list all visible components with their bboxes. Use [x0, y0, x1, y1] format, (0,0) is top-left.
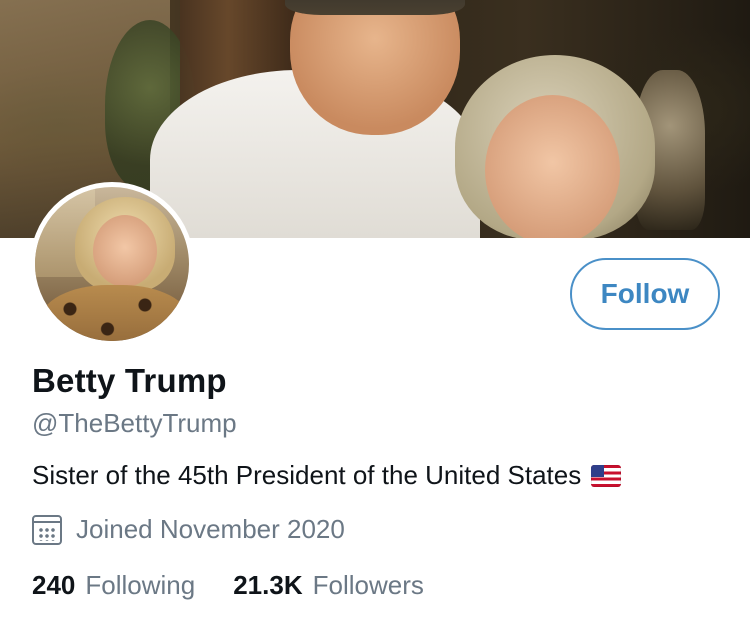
- avatar[interactable]: [30, 182, 194, 346]
- follow-button[interactable]: Follow: [570, 258, 720, 330]
- handle: @TheBettyTrump: [32, 408, 237, 438]
- followers-link[interactable]: 21.3K Followers: [233, 570, 424, 601]
- profile-stats: 240 Following 21.3K Followers: [32, 570, 424, 601]
- following-count: 240: [32, 570, 76, 600]
- banner-woman-face: [485, 95, 620, 238]
- following-label: Following: [85, 570, 196, 600]
- display-name: Betty Trump: [32, 362, 227, 399]
- avatar-body: [40, 285, 189, 341]
- calendar-icon: [32, 514, 62, 545]
- bio-text: Sister of the 45th President of the Unit…: [32, 460, 582, 490]
- followers-count: 21.3K: [233, 570, 303, 600]
- followers-label: Followers: [312, 570, 424, 600]
- us-flag-icon: [591, 464, 622, 487]
- banner-man-hair: [285, 0, 465, 15]
- joined-text: Joined November 2020: [76, 514, 345, 544]
- avatar-face: [93, 215, 157, 287]
- profile-page: Follow Betty Trump @TheBettyTrump Sister…: [0, 0, 750, 627]
- flag-canton: [591, 464, 605, 477]
- following-link[interactable]: 240 Following: [32, 570, 195, 601]
- bio: Sister of the 45th President of the Unit…: [32, 460, 622, 491]
- joined-date: Joined November 2020: [32, 514, 345, 545]
